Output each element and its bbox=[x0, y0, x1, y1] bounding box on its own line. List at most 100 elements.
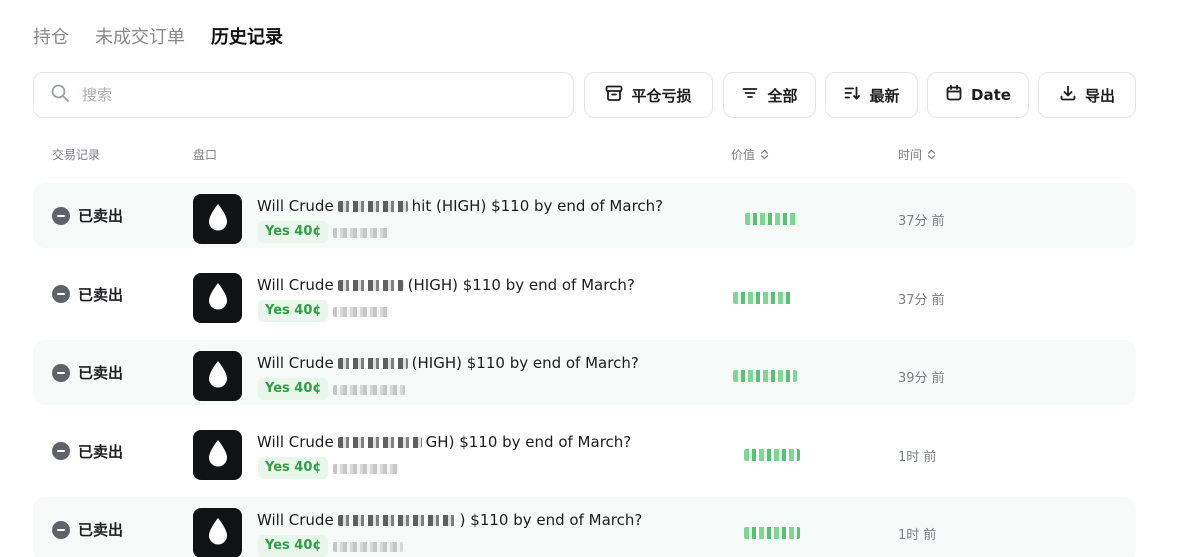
table-row[interactable]: 已卖出 Will Crude GH) $110 by end of March? … bbox=[33, 419, 1136, 484]
time-ago: 37分 前 bbox=[898, 292, 945, 308]
outcome-pill: Yes 40¢ bbox=[258, 221, 329, 243]
redacted-shares bbox=[333, 542, 403, 552]
market-title-end: hit (HIGH) $110 by end of March? bbox=[411, 197, 664, 215]
status-label: 已卖出 bbox=[78, 364, 124, 382]
header-value[interactable]: 价值 bbox=[731, 146, 770, 163]
market-title-start: Will Crude bbox=[257, 511, 334, 529]
date-button[interactable]: Date bbox=[927, 72, 1029, 118]
header-time-label: 时间 bbox=[898, 148, 923, 162]
market-title-start: Will Crude bbox=[257, 432, 334, 451]
redacted-shares bbox=[333, 306, 389, 317]
market-title[interactable]: Will Crude (HIGH) $110 by end of March? bbox=[257, 354, 639, 372]
market-title-end: (HIGH) $110 by end of March? bbox=[411, 354, 639, 372]
status-badge: 已卖出 bbox=[52, 441, 123, 462]
header-market-label: 盘口 bbox=[193, 148, 218, 162]
minus-circle-icon bbox=[52, 363, 70, 382]
market-title-start: Will Crude bbox=[257, 275, 334, 294]
table-row[interactable]: 已卖出 Will Crude (HIGH) $110 by end of Marc… bbox=[33, 262, 1136, 327]
redacted-shares bbox=[333, 463, 399, 474]
filter-all-label: 全部 bbox=[767, 86, 798, 105]
status-badge: 已卖出 bbox=[52, 205, 123, 226]
outcome-pill: Yes 40¢ bbox=[258, 535, 329, 557]
status-label: 已卖出 bbox=[78, 442, 124, 461]
oil-drop-icon bbox=[207, 517, 229, 549]
minus-circle-icon bbox=[52, 206, 70, 225]
tab-bar: 持仓 未成交订单 历史记录 bbox=[33, 24, 283, 52]
redacted-value bbox=[744, 448, 800, 461]
export-label: 导出 bbox=[1084, 86, 1115, 105]
table-header: 交易记录 盘口 价值 时间 bbox=[0, 146, 1200, 164]
market-logo bbox=[193, 194, 242, 244]
market-logo bbox=[193, 351, 242, 401]
table-row[interactable]: 已卖出 Will Crude ) $110 by end of March? Ye… bbox=[33, 497, 1136, 557]
tab-positions[interactable]: 持仓 bbox=[33, 24, 69, 52]
download-icon bbox=[1059, 84, 1077, 106]
status-label: 已卖出 bbox=[78, 207, 124, 225]
redacted-text bbox=[337, 436, 422, 448]
time-ago: 1时 前 bbox=[898, 449, 937, 465]
minus-circle-icon bbox=[52, 520, 70, 539]
market-title-end: GH) $110 by end of March? bbox=[425, 432, 632, 451]
search-icon bbox=[50, 83, 70, 107]
redacted-value bbox=[744, 527, 800, 539]
export-button[interactable]: 导出 bbox=[1038, 72, 1136, 118]
oil-drop-icon bbox=[207, 203, 229, 235]
redacted-shares bbox=[333, 385, 405, 395]
search-input[interactable] bbox=[82, 86, 522, 104]
header-time[interactable]: 时间 bbox=[898, 146, 937, 163]
market-logo bbox=[193, 508, 242, 557]
history-list: 已卖出 Will Crude hit (HIGH) $110 by end of … bbox=[33, 183, 1136, 557]
tab-history[interactable]: 历史记录 bbox=[211, 24, 283, 52]
sort-toggle-icon bbox=[926, 149, 937, 160]
status-label: 已卖出 bbox=[78, 285, 124, 304]
status-badge: 已卖出 bbox=[52, 284, 123, 305]
sort-icon bbox=[843, 84, 861, 106]
header-market: 盘口 bbox=[193, 146, 217, 163]
oil-drop-icon bbox=[207, 439, 229, 471]
outcome-pill: Yes 40¢ bbox=[258, 299, 329, 322]
sort-latest-label: 最新 bbox=[869, 86, 900, 105]
tab-open-orders[interactable]: 未成交订单 bbox=[95, 24, 185, 52]
minus-circle-icon bbox=[52, 285, 70, 303]
time-ago: 39分 前 bbox=[898, 371, 945, 386]
market-logo bbox=[193, 429, 242, 480]
redacted-shares bbox=[333, 228, 389, 238]
market-logo bbox=[193, 272, 242, 323]
toolbar: 平仓亏损 全部 最新 Date 导出 bbox=[33, 72, 1136, 118]
redacted-text bbox=[337, 201, 408, 212]
oil-drop-icon bbox=[207, 282, 229, 314]
status-badge: 已卖出 bbox=[52, 519, 123, 540]
table-row[interactable]: 已卖出 Will Crude (HIGH) $110 by end of Marc… bbox=[33, 340, 1136, 405]
redacted-text bbox=[337, 279, 404, 291]
market-title[interactable]: Will Crude (HIGH) $110 by end of March? bbox=[257, 276, 635, 294]
market-title[interactable]: Will Crude hit (HIGH) $110 by end of Marc… bbox=[257, 197, 663, 215]
sort-latest-button[interactable]: 最新 bbox=[825, 72, 918, 118]
market-title-end: (HIGH) $110 by end of March? bbox=[407, 275, 635, 294]
sort-toggle-icon bbox=[759, 149, 770, 160]
redacted-text bbox=[337, 515, 456, 526]
header-trade-label: 交易记录 bbox=[52, 148, 101, 162]
redacted-text bbox=[337, 358, 408, 369]
closed-pnl-label: 平仓亏损 bbox=[631, 86, 692, 105]
time-ago: 37分 前 bbox=[898, 214, 945, 229]
market-title-end: ) $110 by end of March? bbox=[459, 511, 643, 529]
table-row[interactable]: 已卖出 Will Crude hit (HIGH) $110 by end of … bbox=[33, 183, 1136, 248]
search-box[interactable] bbox=[33, 72, 574, 118]
calendar-icon bbox=[945, 84, 963, 106]
redacted-value bbox=[745, 213, 797, 225]
date-label: Date bbox=[971, 86, 1011, 104]
market-title[interactable]: Will Crude GH) $110 by end of March? bbox=[257, 433, 631, 451]
outcome-pill: Yes 40¢ bbox=[258, 456, 329, 479]
market-title[interactable]: Will Crude ) $110 by end of March? bbox=[257, 511, 642, 529]
status-badge: 已卖出 bbox=[52, 362, 123, 383]
market-title-start: Will Crude bbox=[257, 354, 334, 372]
redacted-value bbox=[733, 291, 793, 304]
archive-box-icon bbox=[605, 84, 623, 106]
status-label: 已卖出 bbox=[78, 521, 124, 539]
closed-pnl-button[interactable]: 平仓亏损 bbox=[584, 72, 713, 118]
filter-lines-icon bbox=[741, 84, 759, 106]
outcome-pill: Yes 40¢ bbox=[258, 378, 329, 400]
market-title-start: Will Crude bbox=[257, 197, 334, 215]
time-ago: 1时 前 bbox=[898, 528, 937, 543]
filter-all-button[interactable]: 全部 bbox=[723, 72, 816, 118]
